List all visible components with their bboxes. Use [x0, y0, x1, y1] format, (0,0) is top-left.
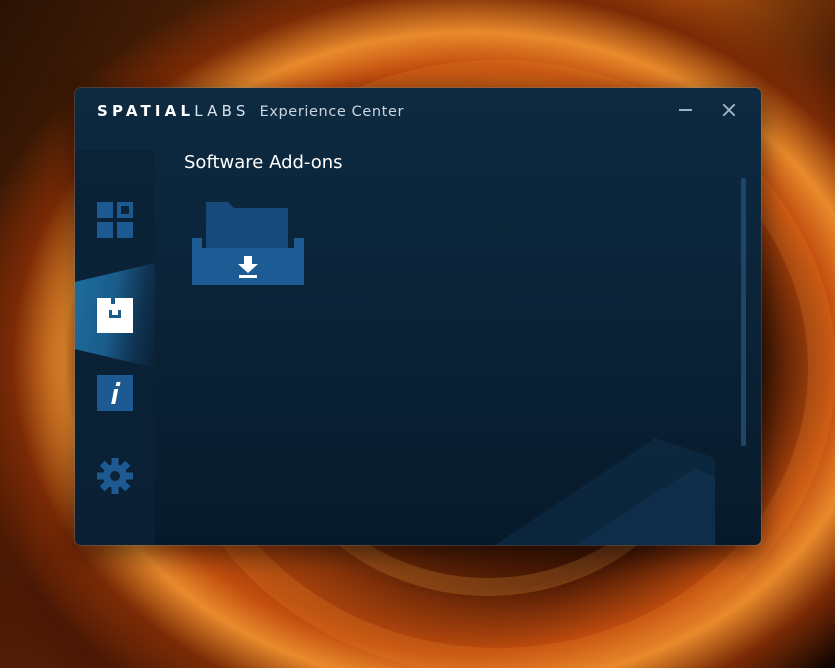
sidebar-nav	[75, 150, 155, 545]
minimize-icon	[679, 109, 692, 111]
decorative-background-shape	[495, 438, 715, 545]
minimize-button[interactable]	[671, 98, 699, 122]
content-scrollbar[interactable]	[741, 178, 746, 446]
sidebar-item-information[interactable]	[75, 355, 155, 435]
info-icon	[97, 375, 133, 411]
grid-icon	[97, 202, 133, 238]
download-folder-icon	[192, 202, 304, 285]
title-bar[interactable]: SPATIALLABS Experience Center	[75, 88, 761, 134]
page-title: Software Add-ons	[184, 152, 343, 173]
addons-box-icon	[97, 298, 133, 333]
brand-spatial: SPATIAL	[97, 102, 195, 120]
experience-center-window: SPATIALLABS Experience Center Software A…	[75, 88, 761, 545]
window-title: Experience Center	[259, 104, 405, 120]
download-add-on-tile[interactable]	[192, 200, 304, 286]
gear-icon	[97, 458, 133, 494]
app-brand: SPATIALLABS Experience Center	[97, 102, 404, 120]
close-button[interactable]	[715, 98, 743, 122]
brand-labs: LABS	[194, 102, 250, 120]
sidebar-item-software-add-ons[interactable]	[75, 263, 155, 368]
sidebar-item-dashboard[interactable]	[75, 182, 155, 262]
sidebar-item-settings[interactable]	[75, 438, 155, 518]
